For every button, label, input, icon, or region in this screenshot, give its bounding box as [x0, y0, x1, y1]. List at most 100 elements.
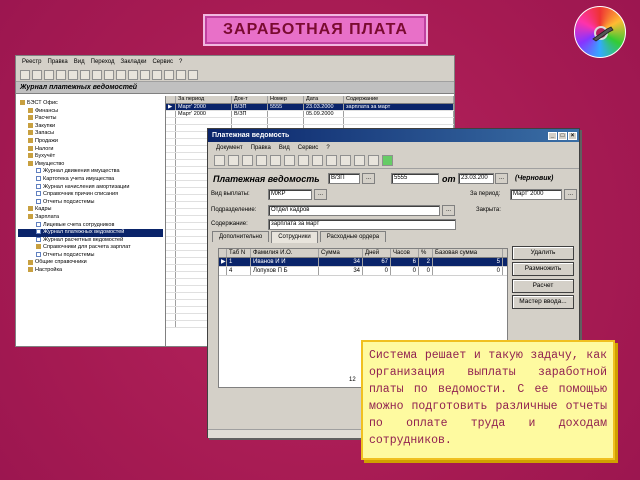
toolbar-button[interactable]: [326, 155, 337, 166]
tab-0[interactable]: Дополнительно: [212, 231, 270, 242]
toolbar-button[interactable]: [340, 155, 351, 166]
payment-type-field[interactable]: МЖР: [268, 189, 312, 200]
column-header[interactable]: Таб N: [227, 249, 251, 257]
column-header[interactable]: Дней: [363, 249, 391, 257]
tree-item[interactable]: Отчеты подсистемы: [18, 252, 163, 260]
tree-item[interactable]: Журнал начисления амортизации: [18, 184, 163, 192]
tree-item[interactable]: Расчеты: [18, 115, 163, 123]
tree-item[interactable]: Лицевые счета сотрудников: [18, 222, 163, 230]
maximize-icon[interactable]: □: [558, 131, 567, 140]
tab-1[interactable]: Сотрудники: [271, 231, 318, 243]
toolbar-button[interactable]: [228, 155, 239, 166]
column-header[interactable]: Док-т: [232, 96, 268, 103]
doc-type-lookup-button[interactable]: ...: [362, 173, 375, 184]
tree-item[interactable]: Справочники для расчета зарплат: [18, 244, 163, 252]
menu-item[interactable]: ?: [179, 59, 182, 65]
toolbar-button[interactable]: [188, 69, 198, 80]
tree-item[interactable]: Финансы: [18, 108, 163, 116]
toolbar-button[interactable]: [128, 69, 138, 80]
toolbar-button[interactable]: [256, 155, 267, 166]
department-field[interactable]: Отдел кадров: [268, 205, 440, 216]
toolbar-button[interactable]: [270, 155, 281, 166]
toolbar-button[interactable]: [80, 69, 90, 80]
toolbar-button[interactable]: [298, 155, 309, 166]
toolbar-button[interactable]: [176, 69, 186, 80]
period-field[interactable]: Март' 2000: [510, 189, 562, 200]
toolbar-button[interactable]: [68, 69, 78, 80]
table-row[interactable]: Март' 2000 В/ЗП 05.09.2000: [166, 111, 454, 118]
department-lookup-button[interactable]: ...: [442, 205, 455, 216]
menu-item[interactable]: Вид: [74, 59, 85, 65]
action-button[interactable]: Удалить: [512, 246, 574, 260]
close-icon[interactable]: ×: [568, 131, 577, 140]
tree-item[interactable]: Бухучёт: [18, 153, 163, 161]
tree-item[interactable]: Отчеты подсистемы: [18, 199, 163, 207]
menu-item[interactable]: Правка: [48, 59, 68, 65]
toolbar-button[interactable]: [56, 69, 66, 80]
tree-item[interactable]: Закупки: [18, 123, 163, 131]
column-header[interactable]: Номер: [268, 96, 304, 103]
toolbar-button[interactable]: [354, 155, 365, 166]
toolbar-button[interactable]: [152, 69, 162, 80]
toolbar-button[interactable]: [44, 69, 54, 80]
toolbar-button[interactable]: [32, 69, 42, 80]
column-header[interactable]: Дата: [304, 96, 344, 103]
menu-item[interactable]: ?: [326, 145, 329, 151]
column-header[interactable]: Часов: [391, 249, 419, 257]
column-header[interactable]: За период: [176, 96, 232, 103]
column-header[interactable]: [219, 249, 227, 257]
action-button[interactable]: Мастер ввода...: [512, 295, 574, 309]
period-lookup-button[interactable]: ...: [564, 189, 577, 200]
tree-item[interactable]: Имущество: [18, 161, 163, 169]
action-button[interactable]: Расчет: [512, 279, 574, 293]
menu-item[interactable]: Закладки: [120, 59, 146, 65]
doc-type-field[interactable]: В/ЗП: [328, 173, 360, 184]
toolbar-button[interactable]: [164, 69, 174, 80]
tree-item[interactable]: Журнал движения имущества: [18, 168, 163, 176]
column-header[interactable]: Сумма: [319, 249, 363, 257]
tree-item[interactable]: Журнал платежных ведомостей: [18, 229, 163, 237]
column-header[interactable]: Содержание: [344, 96, 454, 103]
action-button[interactable]: Размножить: [512, 262, 574, 276]
toolbar-button[interactable]: [312, 155, 323, 166]
menu-item[interactable]: Документ: [216, 145, 243, 151]
tree-item[interactable]: Настройка: [18, 267, 163, 275]
minimize-icon[interactable]: _: [548, 131, 557, 140]
table-row[interactable]: ▶ Март' 2000 В/ЗП 5555 23.03.2000 зарплата за…: [166, 104, 454, 111]
menu-item[interactable]: Правка: [251, 145, 271, 151]
tree-item[interactable]: Картотека учета имущества: [18, 176, 163, 184]
column-header[interactable]: %: [419, 249, 433, 257]
date-field[interactable]: 23.03.200: [458, 173, 494, 184]
toolbar-button[interactable]: [92, 69, 102, 80]
tree-item[interactable]: Налоги: [18, 146, 163, 154]
toolbar-button[interactable]: [116, 69, 126, 80]
column-header[interactable]: Базовая сумма: [433, 249, 503, 257]
tree-item[interactable]: БЭСТ Офис: [18, 100, 163, 108]
tab-2[interactable]: Расходные ордера: [319, 231, 387, 242]
toolbar-button[interactable]: [242, 155, 253, 166]
payment-type-lookup-button[interactable]: ...: [314, 189, 327, 200]
column-header[interactable]: [166, 96, 176, 103]
tree-item[interactable]: Запасы: [18, 130, 163, 138]
menu-item[interactable]: Сервис: [152, 59, 173, 65]
toolbar-button[interactable]: [140, 69, 150, 80]
toolbar-button[interactable]: [104, 69, 114, 80]
table-row[interactable]: 4 Лопухов П Б 34 0 0 0 0: [219, 267, 507, 276]
tree-item[interactable]: Журнал расчетных ведомостей: [18, 237, 163, 245]
doc-number-field[interactable]: 5555: [391, 173, 439, 184]
column-header[interactable]: Фамилия И.О.: [251, 249, 319, 257]
menu-item[interactable]: Переход: [91, 59, 115, 65]
content-field[interactable]: зарплата за март: [268, 219, 456, 230]
tree-item[interactable]: Справочник причин списания: [18, 191, 163, 199]
tree-item[interactable]: Продажи: [18, 138, 163, 146]
toolbar-button[interactable]: [284, 155, 295, 166]
tree-item[interactable]: Зарплата: [18, 214, 163, 222]
table-row[interactable]: ▶ 1 Иванов И И 34 67 6 2 5: [219, 258, 507, 267]
menu-item[interactable]: Реестр: [22, 59, 42, 65]
tree-item[interactable]: Кадры: [18, 206, 163, 214]
save-icon[interactable]: [214, 155, 225, 166]
menu-item[interactable]: Сервис: [298, 145, 319, 151]
tree-item[interactable]: Общие справочники: [18, 259, 163, 267]
toolbar-button[interactable]: [368, 155, 379, 166]
calendar-button[interactable]: ...: [495, 173, 508, 184]
